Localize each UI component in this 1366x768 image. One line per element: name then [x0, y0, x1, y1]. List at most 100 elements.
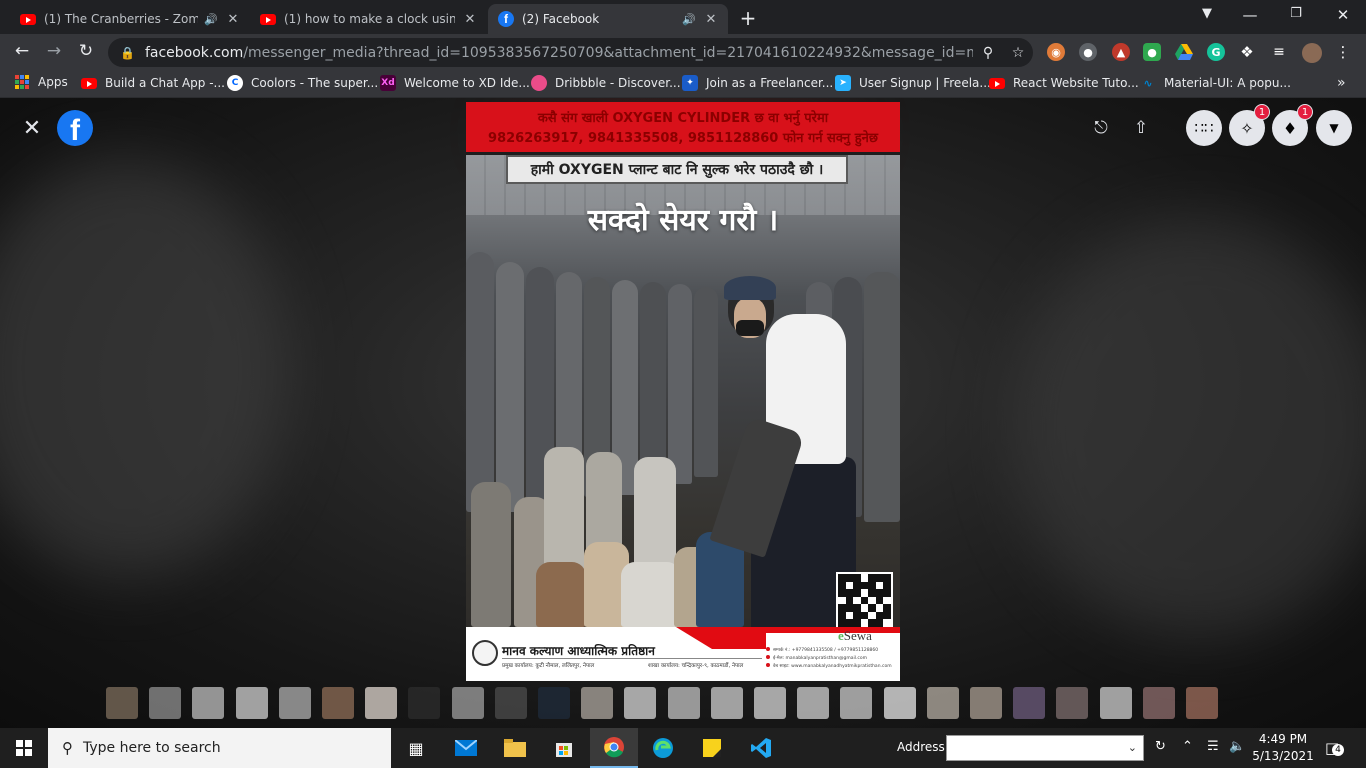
- person: [736, 320, 764, 336]
- restore-button[interactable]: ❐: [1286, 6, 1306, 21]
- taskbar-search[interactable]: ⚲ Type here to search: [48, 728, 391, 768]
- tab-clock-tutorial[interactable]: (1) how to make a clock using htm ✕: [250, 4, 487, 34]
- media-thumbnail[interactable]: [494, 687, 527, 719]
- media-thumbnail[interactable]: [926, 687, 959, 719]
- vscode-icon[interactable]: [737, 728, 785, 768]
- task-view-icon[interactable]: ▦: [392, 728, 440, 768]
- share-icon[interactable]: ⇧: [1130, 118, 1152, 138]
- organization-address: प्रमुख कार्यालय: कुटी नौमाल, ललितपुर, ने…: [502, 663, 595, 669]
- footer-accent: [762, 627, 900, 633]
- contact-email: ई-मेल: manabkalyanpratisthan@gmail.com: [766, 655, 867, 661]
- chrome-menu-icon[interactable]: ⋮: [1334, 43, 1352, 61]
- media-thumbnail[interactable]: [797, 687, 830, 719]
- tab-facebook[interactable]: f (2) Facebook 🔊 ✕: [488, 4, 728, 34]
- chrome-icon[interactable]: [590, 728, 638, 768]
- notification-center-icon[interactable]: □4: [1325, 739, 1344, 757]
- bookmark-coolors[interactable]: C Coolors - The super...: [227, 75, 378, 91]
- shared-photo[interactable]: कसै संग खाली OXYGEN CYLINDER छ वा भर्नु …: [466, 102, 900, 681]
- close-tab-icon[interactable]: ✕: [226, 12, 240, 27]
- new-tab-button[interactable]: +: [737, 6, 759, 30]
- speaker-icon[interactable]: 🔊: [682, 13, 696, 26]
- bookmark-apps[interactable]: Apps: [15, 75, 68, 89]
- bookmark-xd-ideas[interactable]: Xd Welcome to XD Ide...: [380, 75, 530, 91]
- media-thumbnail[interactable]: [106, 687, 138, 719]
- forward-button[interactable]: →: [43, 41, 65, 61]
- bookmark-build-chat-app[interactable]: Build a Chat App -...: [81, 75, 225, 91]
- system-clock[interactable]: 4:49 PM 5/13/2021: [1250, 731, 1316, 765]
- media-thumbnail[interactable]: [883, 687, 916, 719]
- media-thumbnail[interactable]: [754, 687, 786, 719]
- media-thumbnail[interactable]: [322, 687, 354, 719]
- media-thumbnail[interactable]: [710, 687, 743, 719]
- tab-cranberries[interactable]: (1) The Cranberries - Zombie 🔊 ✕: [10, 4, 250, 34]
- bookmark-material-ui[interactable]: ∿ Material-UI: A popu...: [1140, 75, 1291, 91]
- wifi-icon[interactable]: ☴: [1207, 739, 1219, 754]
- bookmark-react-tutorial[interactable]: React Website Tuto...: [989, 75, 1139, 91]
- media-thumbnail[interactable]: [840, 687, 873, 719]
- media-thumbnail[interactable]: [581, 687, 614, 719]
- media-thumbnail[interactable]: [1142, 687, 1175, 719]
- edge-icon[interactable]: [639, 728, 687, 768]
- grammarly-icon[interactable]: G: [1207, 43, 1225, 61]
- evernote-icon[interactable]: ●: [1143, 43, 1161, 61]
- media-thumbnail[interactable]: [149, 687, 182, 719]
- media-thumbnail[interactable]: [192, 687, 225, 719]
- file-explorer-icon[interactable]: [491, 728, 539, 768]
- media-thumbnail[interactable]: [1186, 687, 1218, 719]
- media-thumbnail[interactable]: [365, 687, 398, 719]
- account-menu-button[interactable]: ▼: [1316, 110, 1352, 146]
- notifications-button[interactable]: ♦ 1: [1272, 104, 1313, 146]
- extensions-puzzle-icon[interactable]: ❖: [1238, 43, 1256, 61]
- youtube-icon: [260, 11, 276, 27]
- extension-fire-icon[interactable]: ▲: [1112, 43, 1130, 61]
- extension-bulb-icon[interactable]: ●: [1079, 43, 1097, 61]
- refresh-icon[interactable]: ↻: [1155, 739, 1166, 754]
- volume-icon[interactable]: 🔈: [1229, 739, 1245, 754]
- close-tab-icon[interactable]: ✕: [704, 12, 718, 27]
- media-thumbnail[interactable]: [1099, 687, 1132, 719]
- bookmark-star-icon[interactable]: ☆: [1003, 45, 1033, 61]
- media-thumbnail[interactable]: [538, 687, 570, 719]
- media-thumbnail[interactable]: [624, 687, 657, 719]
- media-thumbnail[interactable]: [1056, 687, 1089, 719]
- media-thumbnail[interactable]: [667, 687, 700, 719]
- menu-grid-button[interactable]: ∷∷: [1186, 110, 1222, 146]
- show-hidden-icons-chevron-icon[interactable]: ⌃: [1182, 739, 1193, 754]
- close-window-button[interactable]: ✕: [1333, 6, 1353, 24]
- bookmark-user-signup[interactable]: ➤ User Signup | Freela...: [835, 75, 991, 91]
- media-control-icon[interactable]: ≡: [1270, 43, 1288, 61]
- media-thumbnail[interactable]: [451, 687, 484, 719]
- windows-start-icon[interactable]: [16, 740, 32, 756]
- close-icon[interactable]: ✕: [20, 116, 44, 141]
- bookmark-join-freelancer[interactable]: ✦ Join as a Freelancer...: [682, 75, 833, 91]
- mail-icon[interactable]: [442, 728, 490, 768]
- bookmarks-overflow-button[interactable]: »: [1337, 75, 1346, 91]
- back-button[interactable]: ←: [11, 41, 33, 61]
- store-icon[interactable]: [540, 728, 588, 768]
- sticky-notes-icon[interactable]: [688, 728, 736, 768]
- speaker-icon[interactable]: 🔊: [204, 13, 218, 26]
- media-thumbnail[interactable]: [1013, 687, 1046, 719]
- zoom-search-icon[interactable]: ⚲: [973, 45, 1003, 61]
- media-thumbnail[interactable]: [278, 687, 311, 719]
- address-toolbar-input[interactable]: ⌄: [946, 735, 1144, 761]
- messenger-button[interactable]: ✧ 1: [1229, 104, 1270, 146]
- close-tab-icon[interactable]: ✕: [463, 12, 477, 27]
- minimize-button[interactable]: —: [1240, 6, 1260, 24]
- facebook-logo-icon[interactable]: f: [57, 110, 93, 146]
- media-thumbnail[interactable]: [235, 687, 268, 719]
- lock-icon[interactable]: 🔒: [120, 46, 135, 60]
- url-text[interactable]: facebook.com/messenger_media?thread_id=1…: [145, 45, 973, 61]
- google-drive-icon[interactable]: [1175, 43, 1193, 61]
- poster-share-text: सक्दो सेयर गरौ ।: [587, 203, 779, 238]
- tag-icon[interactable]: ⎋: [1090, 118, 1112, 138]
- extension-owl-icon[interactable]: ◉: [1047, 43, 1065, 61]
- media-thumbnail[interactable]: [970, 687, 1002, 719]
- bookmark-dribbble[interactable]: Dribbble - Discover...: [531, 75, 681, 91]
- tab-search-icon[interactable]: ▼: [1197, 6, 1217, 21]
- media-thumbnail[interactable]: [408, 687, 441, 719]
- address-bar[interactable]: 🔒 facebook.com/messenger_media?thread_id…: [108, 38, 1033, 67]
- profile-avatar[interactable]: [1302, 43, 1322, 63]
- reload-button[interactable]: ↻: [75, 41, 97, 61]
- chevron-down-icon[interactable]: ⌄: [1128, 741, 1137, 754]
